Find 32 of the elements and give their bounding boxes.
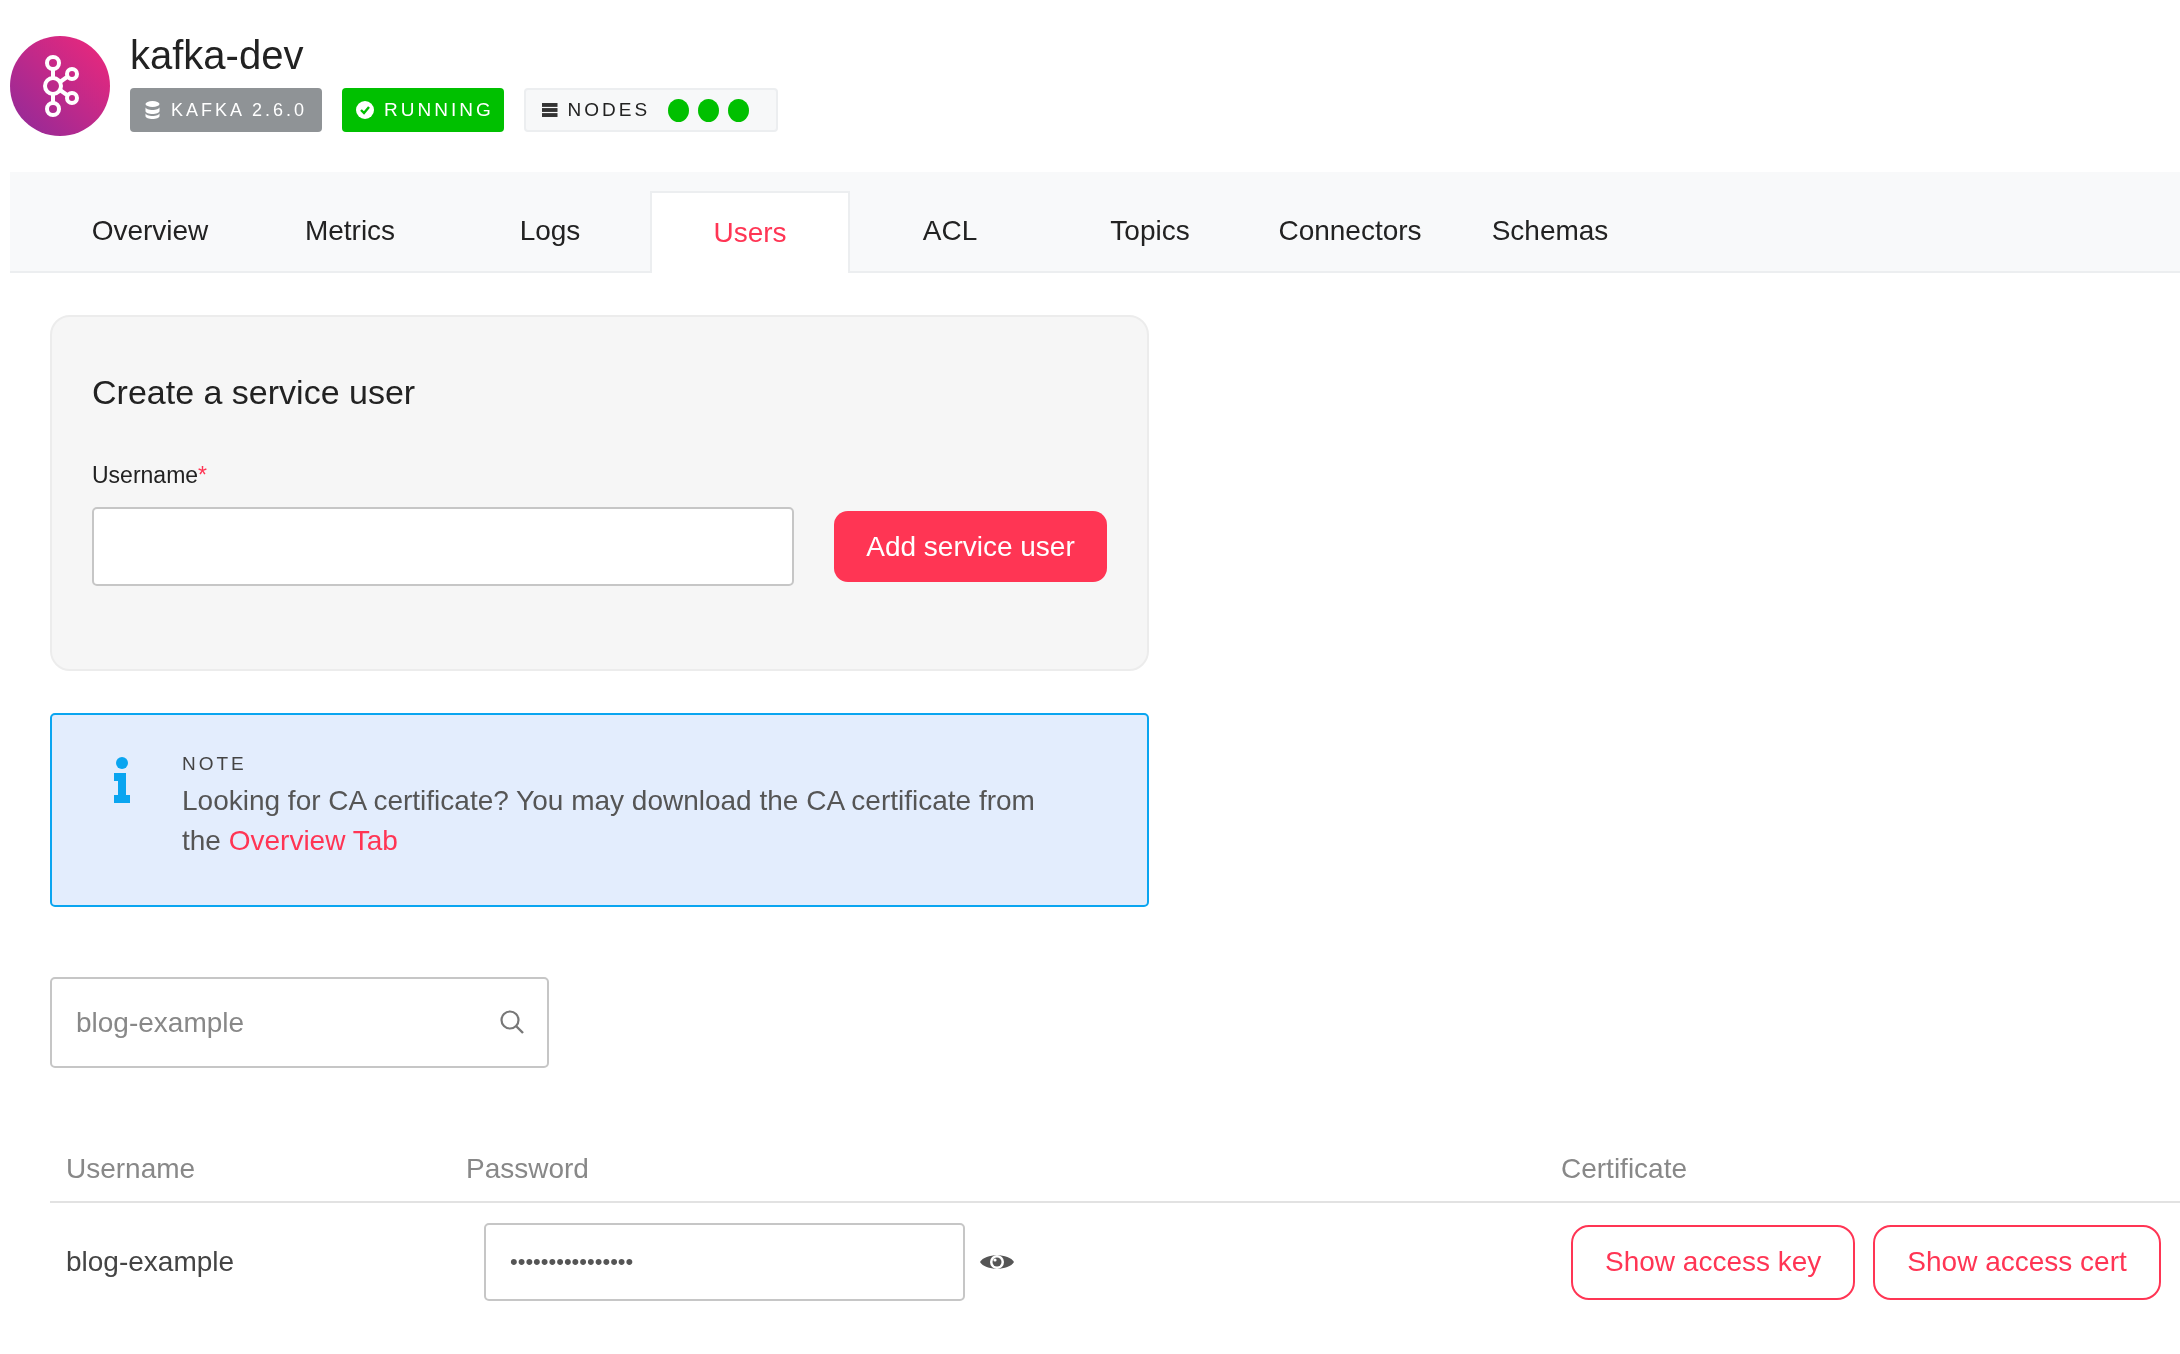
info-icon [112, 757, 132, 805]
username-cell-text: blog-example [65, 1246, 236, 1278]
nav-tab[interactable]: Topics [1050, 191, 1250, 271]
card-title: Create a service user [92, 373, 417, 412]
nodes-badge: NODES [524, 88, 778, 132]
status-badge: RUNNING [342, 88, 504, 132]
version-badge: KAFKA 2.6.0 [130, 88, 322, 132]
search-icon [499, 1009, 525, 1035]
note-heading: NOTE [182, 753, 248, 775]
username-input[interactable] [92, 507, 794, 586]
column-header: Username [65, 1153, 197, 1185]
nav-tab[interactable]: ACL [850, 191, 1050, 271]
nav-tab[interactable]: Overview [50, 191, 250, 271]
logo-icon [10, 36, 110, 136]
nav-tab[interactable]: Logs [450, 191, 650, 271]
add-service-user-button[interactable]: Add service user [834, 511, 1107, 582]
password-field[interactable]: •••••••••••••••• [484, 1223, 965, 1301]
note-text: Looking for CA certificate? You may download the CA certificate from the Overview Tab [182, 784, 1036, 858]
outline-button[interactable]: Show access key [1571, 1224, 1856, 1300]
nav-tab[interactable]: Metrics [250, 191, 450, 271]
outline-button[interactable]: Show access cert [1873, 1224, 2161, 1300]
column-header: Certificate [1561, 1153, 1689, 1185]
nav-tab[interactable]: Schemas [1450, 191, 1650, 271]
field-label: Username* [92, 462, 209, 489]
nav-tab[interactable]: Connectors [1250, 191, 1450, 271]
server-icon [542, 101, 558, 119]
search-field[interactable]: blog-example [50, 977, 549, 1068]
service-title: kafka-dev [130, 32, 305, 78]
column-header: Password [466, 1153, 590, 1185]
check-circle-icon [356, 101, 374, 119]
database-icon [144, 101, 161, 119]
nav-tab[interactable]: Users [650, 191, 850, 273]
